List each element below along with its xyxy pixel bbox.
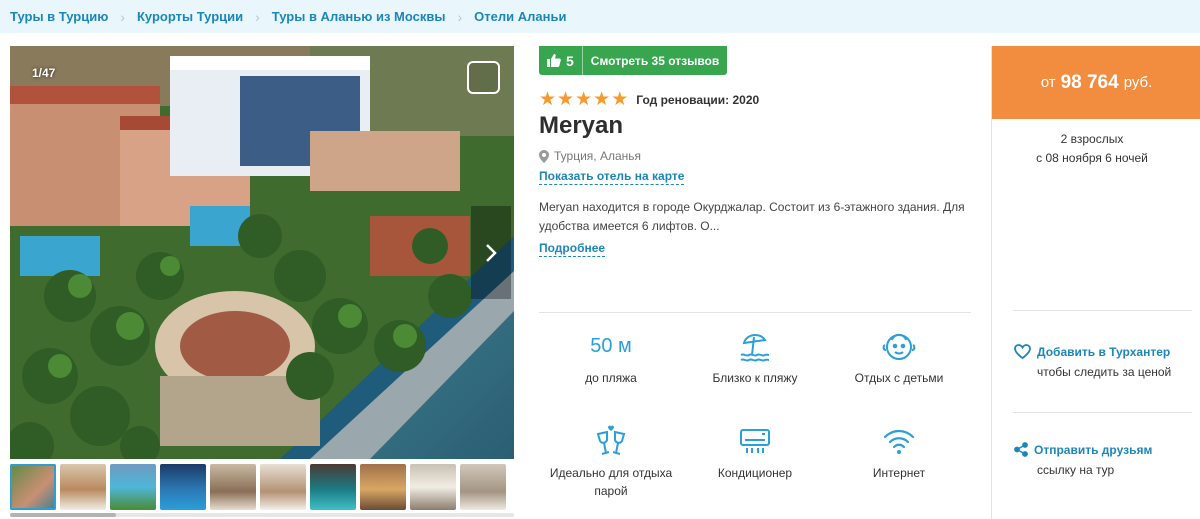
rating-bar: 5 Смотреть 35 отзывов [539,46,728,75]
reviews-button[interactable]: Смотреть 35 отзывов [583,46,727,75]
rating-score: 5 [539,46,583,75]
hotel-main-photo[interactable]: 1/47 [10,46,514,459]
feature-label: Кондиционер [717,466,793,480]
turhunter-subtext: чтобы следить за ценой [1037,365,1172,379]
share-label: Отправить друзьям [1034,442,1153,457]
feature-couples: Идеально для отдыха парой [539,423,683,507]
thumbnail-scrollbar[interactable] [10,513,514,517]
share-subtext: ссылку на тур [1037,463,1115,477]
price-button[interactable]: от 98 764 руб. [992,46,1200,119]
scrollbar-thumb[interactable] [10,513,116,517]
hotel-location: Турция, Аланья [539,149,641,163]
feature-kids: Отдых с детьми [827,328,971,412]
photo-fullscreen-button[interactable] [467,61,500,94]
feature-near-beach: Близко к пляжу [683,328,827,412]
champagne-icon [596,425,626,455]
trip-guests: 2 взрослых [1060,132,1124,146]
breadcrumb: Туры в Турцию › Курорты Турции › Туры в … [0,0,1200,33]
feature-label: Близко к пляжу [712,371,798,385]
beach-icon [740,334,770,362]
wifi-icon [883,429,915,454]
breadcrumb-item-alanya-tours[interactable]: Туры в Аланью из Москвы [272,9,446,24]
photo-counter: 1/47 [32,66,56,80]
divider [539,312,971,313]
thumbnail[interactable] [210,464,256,510]
breadcrumb-separator-icon: › [457,8,463,25]
price-currency: руб. [1123,74,1153,91]
hotel-name: Meryan [539,112,624,139]
thumbnail[interactable] [60,464,106,510]
star-icon: ★ [593,89,611,110]
trip-details: 2 взрослых с 08 ноября 6 ночей [992,130,1192,168]
add-to-turhunter-button[interactable]: Добавить в Турхантер [1014,344,1192,359]
air-conditioner-icon [740,429,770,453]
breadcrumb-item-turkey-tours[interactable]: Туры в Турцию [10,9,108,24]
turhunter-label: Добавить в Турхантер [1037,344,1171,359]
thumbnail[interactable] [360,464,406,510]
show-on-map-link[interactable]: Показать отель на карте [539,169,685,185]
beach-distance-value: 50 м [590,334,632,357]
chevron-right-icon [486,243,497,262]
breadcrumb-separator-icon: › [255,8,260,25]
star-icon: ★ [611,89,629,110]
star-icon: ★ [539,89,557,110]
hotel-description: Meryan находится в городе Окурджалар. Со… [539,200,965,233]
star-icon: ★ [575,89,593,110]
breadcrumb-item-alanya-hotels[interactable]: Отели Аланьи [474,9,566,24]
breadcrumb-item-resorts[interactable]: Курорты Турции [137,9,243,24]
feature-label: Интернет [872,466,926,480]
booking-panel: от 98 764 руб. 2 взрослых с 08 ноября 6 … [991,46,1200,519]
divider [1013,310,1192,311]
share-icon [1014,442,1028,457]
divider [1013,412,1192,413]
feature-internet: Интернет [827,423,971,507]
feature-air-conditioner: Кондиционер [683,423,827,507]
star-rating: ★ ★ ★ ★ ★ Год реновации: 2020 [539,90,759,109]
more-details-link[interactable]: Подробнее [539,241,606,257]
heart-icon [1014,344,1031,359]
baby-icon [882,333,916,360]
gallery-next-button[interactable] [471,206,511,299]
price-value: 98 764 [1060,71,1119,93]
map-pin-icon [539,149,549,163]
thumbnail[interactable] [410,464,456,510]
thumbnail[interactable] [110,464,156,510]
rating-score-value: 5 [566,52,574,69]
feature-label: до пляжа [585,371,637,385]
thumbnail-strip [10,464,514,510]
breadcrumb-separator-icon: › [120,8,125,25]
thumbs-up-icon [547,54,561,67]
share-action: Отправить друзьям ссылку на тур [1014,442,1192,477]
price-prefix: от [1040,74,1056,91]
hotel-info: 5 Смотреть 35 отзывов ★ ★ ★ ★ ★ Год рено… [539,46,972,519]
thumbnail[interactable] [260,464,306,510]
location-text: Турция, Аланья [554,149,641,163]
hotel-features: 50 м до пляжа Близко к пляжу Отдых с дет… [539,328,971,507]
thumbnail[interactable] [160,464,206,510]
renovation-year: Год реновации: 2020 [636,92,760,107]
turhunter-action: Добавить в Турхантер чтобы следить за це… [1014,344,1192,379]
feature-beach-distance: 50 м до пляжа [539,328,683,412]
feature-label: Идеально для отдыха парой [549,466,673,498]
thumbnail[interactable] [310,464,356,510]
share-with-friends-button[interactable]: Отправить друзьям [1014,442,1192,457]
feature-label: Отдых с детьми [854,371,944,385]
thumbnail[interactable] [10,464,56,510]
thumbnail[interactable] [460,464,506,510]
trip-dates: с 08 ноября 6 ночей [1036,151,1148,165]
star-icon: ★ [557,89,575,110]
photo-gallery: 1/47 [10,46,514,519]
